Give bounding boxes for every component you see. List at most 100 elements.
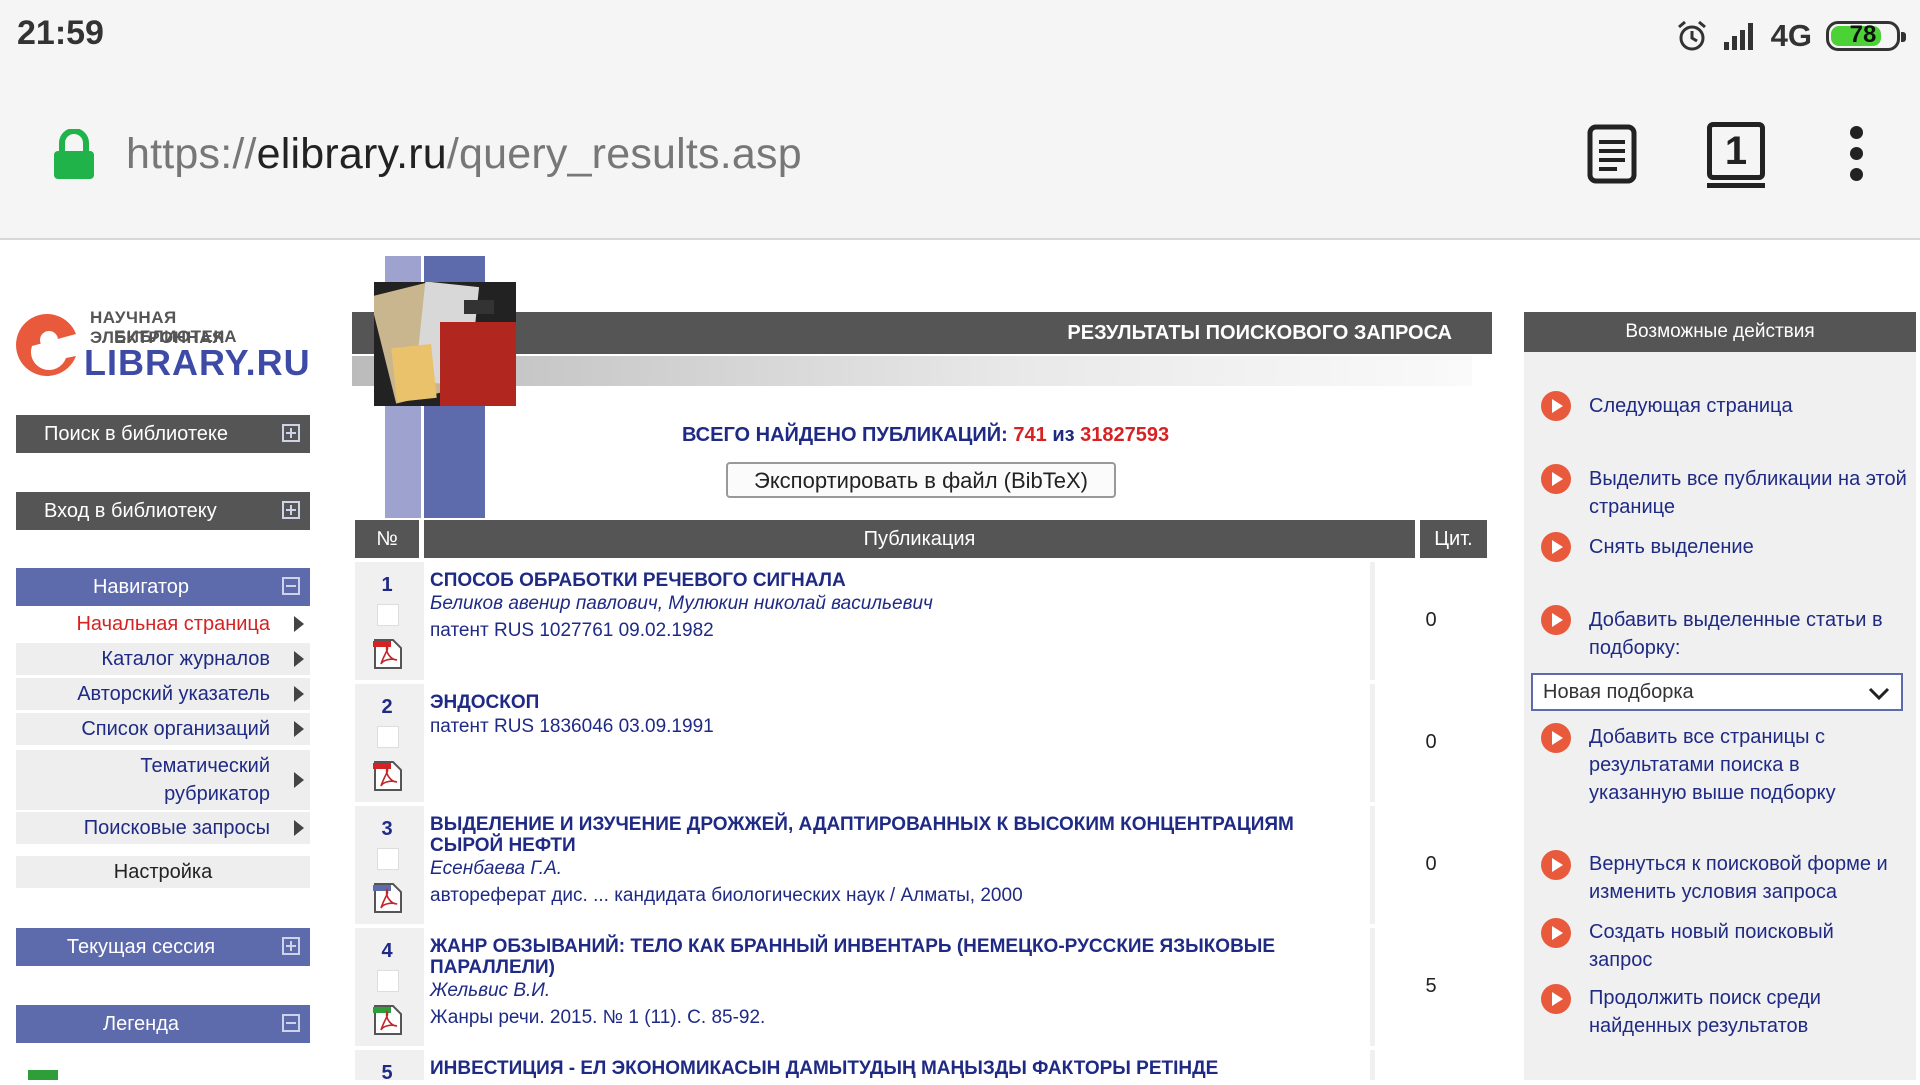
row-number: 1 [381, 574, 393, 596]
row-number: 2 [381, 696, 393, 718]
row-number: 3 [381, 818, 393, 840]
more-menu-icon[interactable] [1848, 126, 1864, 182]
row-number-cell: 1 [355, 562, 419, 680]
row-checkbox[interactable] [377, 604, 399, 626]
search-library-button[interactable]: Поиск в библиотеке [16, 415, 310, 453]
publication-title-link[interactable]: ЖАНР ОБЗЫВАНИЙ: ТЕЛО КАК БРАННЫЙ ИНВЕНТА… [430, 936, 1364, 978]
pdf-icon[interactable] [373, 760, 403, 792]
publication-authors[interactable]: Есенбаева Г.А. [430, 856, 1364, 882]
deselect-link[interactable]: Снять выделение [1589, 533, 1919, 561]
collapse-minus-icon[interactable] [282, 1014, 300, 1032]
pdf-icon[interactable] [373, 1004, 403, 1036]
row-checkbox[interactable] [377, 970, 399, 992]
row-number-cell: 5 [355, 1050, 419, 1084]
play-icon[interactable] [1541, 532, 1571, 562]
publication-cell: ЖАНР ОБЗЫВАНИЙ: ТЕЛО КАК БРАННЫЙ ИНВЕНТА… [424, 928, 1370, 1046]
publication-title-link[interactable]: СПОСОБ ОБРАБОТКИ РЕЧЕВОГО СИГНАЛА [430, 570, 1364, 591]
search-in-results-link[interactable]: Продолжить поиск среди найденных результ… [1589, 984, 1889, 1040]
legend-header[interactable]: Легенда [16, 1005, 310, 1043]
search-library-label: Поиск в библиотеке [44, 423, 229, 445]
address-bar[interactable]: https://elibrary.ru/query_results.asp [126, 130, 802, 179]
expand-plus-icon[interactable] [282, 501, 300, 519]
play-icon[interactable] [1541, 984, 1571, 1014]
row-checkbox[interactable] [377, 726, 399, 748]
publication-title-link[interactable]: ЭНДОСКОП [430, 692, 1364, 713]
nav-item-organizations[interactable]: Список организаций [16, 713, 310, 745]
settings-button[interactable]: Настройка [16, 856, 310, 888]
expand-plus-icon[interactable] [282, 937, 300, 955]
elibrary-logo[interactable]: НАУЧНАЯ ЭЛЕКТРОННАЯ БИБЛИОТЕКА LIBRARY.R… [14, 306, 312, 386]
navigator-label: Навигатор [92, 576, 190, 598]
status-bar: 21:59 4G 78 [0, 0, 1920, 74]
chevron-right-icon [294, 820, 304, 836]
nav-item-label: Список организаций [81, 718, 270, 740]
export-bibtex-button[interactable]: Экспортировать в файл (BibTeX) [726, 462, 1116, 498]
nav-item-home[interactable]: Начальная страница [16, 608, 310, 640]
current-session-header[interactable]: Текущая сессия [16, 928, 310, 966]
browser-toolbar: https://elibrary.ru/query_results.asp 1 [0, 74, 1920, 240]
citations-cell: 0 [1375, 806, 1487, 924]
play-icon[interactable] [1541, 464, 1571, 494]
select-all-link[interactable]: Выделить все публикации на этой странице [1589, 465, 1919, 521]
nav-item-authors[interactable]: Авторский указатель [16, 678, 310, 710]
add-selected-link[interactable]: Добавить выделенные статьи в подборку: [1589, 606, 1919, 662]
actions-header: Возможные действия [1524, 312, 1916, 352]
chevron-right-icon [294, 721, 304, 737]
expand-plus-icon[interactable] [282, 424, 300, 442]
new-search-link[interactable]: Создать новый поисковый запрос [1589, 918, 1889, 974]
status-icons: 4G 78 [1675, 14, 1906, 58]
publication-source: патент RUS 1027761 09.02.1982 [430, 620, 714, 641]
legend-label: Легенда [102, 1013, 180, 1035]
publication-source: патент RUS 1836046 03.09.1991 [430, 716, 714, 737]
column-header-citations: Цит. [1420, 520, 1487, 558]
play-icon[interactable] [1541, 918, 1571, 948]
chevron-down-icon [1868, 687, 1890, 701]
publication-cell: ВЫДЕЛЕНИЕ И ИЗУЧЕНИЕ ДРОЖЖЕЙ, АДАПТИРОВА… [424, 806, 1370, 924]
publication-authors[interactable]: Беликов авенир павлович, Мулюкин николай… [430, 591, 1364, 617]
table-row: 1 СПОСОБ ОБРАБОТКИ РЕЧЕВОГО СИГНАЛА Белико… [355, 562, 1487, 680]
back-to-search-link[interactable]: Вернуться к поисковой форме и изменить у… [1589, 850, 1919, 906]
add-all-pages-link[interactable]: Добавить все страницы с результатами пои… [1589, 723, 1889, 807]
publication-authors[interactable]: Жельвис В.И. [430, 978, 1364, 1004]
table-row: 3 ВЫДЕЛЕНИЕ И ИЗУЧЕНИЕ ДРОЖЖЕЙ, АДАПТИРОВ… [355, 806, 1487, 924]
play-icon[interactable] [1541, 850, 1571, 880]
nav-item-queries[interactable]: Поисковые запросы [16, 812, 310, 844]
next-page-link[interactable]: Следующая страница [1589, 392, 1919, 420]
play-icon[interactable] [1541, 391, 1571, 421]
publication-source: Жанры речи. 2015. № 1 (11). С. 85-92. [430, 1007, 766, 1028]
chevron-right-icon [294, 772, 304, 788]
results-count: ВСЕГО НАЙДЕНО ПУБЛИКАЦИЙ: 741 из 3182759… [682, 424, 1169, 447]
play-icon[interactable] [1541, 605, 1571, 635]
publication-title-link[interactable]: ИНВЕСТИЦИЯ - ЕЛ ЭКОНОМИКАСЫН ДАМЫТУДЫң М… [430, 1058, 1364, 1079]
alarm-icon [1677, 20, 1706, 51]
nav-item-journals[interactable]: Каталог журналов [16, 643, 310, 675]
column-header-number: № [355, 520, 419, 558]
publication-cell: ЭНДОСКОП патент RUS 1836046 03.09.1991 [424, 684, 1370, 802]
column-header-publication: Публикация [424, 520, 1415, 558]
navigator-header[interactable]: Навигатор [16, 568, 310, 606]
decor-bar [352, 356, 1472, 386]
row-number: 4 [381, 940, 393, 962]
login-library-button[interactable]: Вход в библиотеку [16, 492, 310, 530]
row-checkbox[interactable] [377, 848, 399, 870]
tab-switcher-button[interactable]: 1 [1707, 122, 1765, 188]
logo-line3: LIBRARY.RU [84, 342, 311, 383]
status-time: 21:59 [17, 14, 104, 52]
collection-select-value: Новая подборка [1543, 681, 1694, 703]
collapse-minus-icon[interactable] [282, 577, 300, 595]
nav-item-label: Начальная страница [76, 613, 270, 635]
lock-icon[interactable] [52, 129, 96, 179]
nav-item-label: Каталог журналов [101, 648, 270, 670]
pdf-icon[interactable] [373, 638, 403, 670]
play-icon[interactable] [1541, 723, 1571, 753]
reader-mode-icon[interactable] [1587, 124, 1637, 184]
citations-count: 0 [1425, 609, 1437, 631]
publication-title-link[interactable]: ВЫДЕЛЕНИЕ И ИЗУЧЕНИЕ ДРОЖЖЕЙ, АДАПТИРОВА… [430, 814, 1364, 856]
nav-item-label: Тематический рубрикатор [140, 755, 270, 805]
collection-select[interactable]: Новая подборка [1531, 673, 1903, 711]
found-total: 31827593 [1080, 424, 1170, 446]
battery-icon: 78 [1826, 21, 1906, 51]
login-library-label: Вход в библиотеку [44, 500, 217, 522]
pdf-icon[interactable] [373, 882, 403, 914]
nav-item-rubricator[interactable]: Тематический рубрикатор [16, 750, 310, 810]
